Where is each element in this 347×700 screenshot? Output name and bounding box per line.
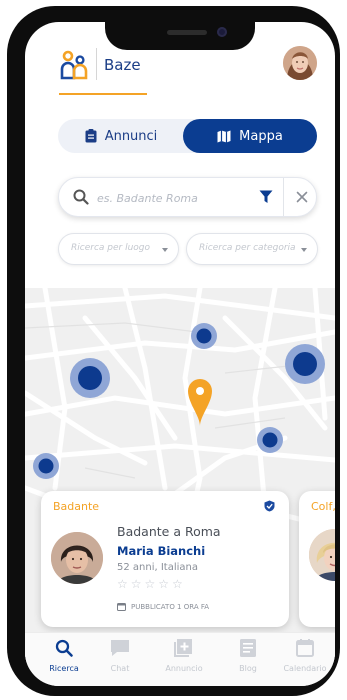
filter-icon[interactable]: [259, 190, 273, 204]
published-info: PUBBLICATO 1 ORA FA: [117, 602, 209, 611]
search-separator: [283, 178, 284, 216]
mappa-toggle-button[interactable]: Mappa: [183, 119, 317, 153]
tab-label: Ricerca: [49, 664, 79, 673]
location-dropdown-label: Ricerca per luogo: [71, 243, 151, 253]
caregiver-avatar: [309, 529, 335, 581]
header-underline: [59, 93, 147, 95]
app-screen: Baze Annunci Mappa es. Badante Roma Rice…: [25, 22, 335, 686]
card-category: Colf, b: [311, 500, 335, 513]
category-dropdown-label: Ricerca per categoria: [199, 243, 296, 253]
map-marker[interactable]: [285, 344, 325, 384]
logo-divider: [96, 48, 97, 80]
tab-label: Blog: [239, 664, 257, 673]
bottom-tab-bar: Ricerca Chat Annuncio Blog Calendario: [25, 632, 335, 686]
caregiver-photo: [51, 532, 103, 584]
chat-icon: [111, 640, 129, 656]
chevron-down-icon: [301, 248, 307, 252]
tab-chat[interactable]: Chat: [90, 639, 150, 673]
caregiver-name[interactable]: Maria Bianchi: [117, 544, 205, 558]
user-avatar-image: [283, 46, 317, 80]
annunci-toggle-button[interactable]: Annunci: [58, 119, 184, 153]
add-icon: [174, 639, 192, 657]
tab-label: Chat: [110, 664, 130, 673]
tab-ricerca[interactable]: Ricerca: [34, 639, 94, 673]
calendar-icon: [296, 639, 314, 657]
app-title: Baze: [104, 56, 141, 74]
map-marker[interactable]: [70, 358, 110, 398]
tab-calendario[interactable]: Calendario: [275, 639, 335, 673]
caregiver-details: 52 anni, Italiana: [117, 562, 198, 573]
user-avatar[interactable]: [283, 46, 317, 80]
clipboard-icon: [85, 129, 97, 143]
verified-shield-icon: [264, 500, 275, 512]
phone-frame: Baze Annunci Mappa es. Badante Roma Rice…: [7, 6, 340, 696]
phone-notch: [105, 12, 255, 50]
card-title: Badante a Roma: [117, 524, 221, 539]
calendar-small-icon: [117, 603, 126, 611]
tab-annuncio[interactable]: Annuncio: [154, 639, 214, 673]
tab-label: Calendario: [283, 664, 327, 673]
front-camera: [217, 27, 227, 37]
map-marker[interactable]: [33, 453, 59, 479]
mappa-label: Mappa: [239, 128, 283, 144]
map-marker[interactable]: [257, 427, 283, 453]
card-category: Badante: [53, 500, 100, 513]
listing-card[interactable]: Badante Badante a Roma Maria Bianchi 52 …: [41, 491, 289, 627]
map-marker[interactable]: [191, 323, 217, 349]
published-label: PUBBLICATO 1 ORA FA: [131, 602, 210, 611]
search-input[interactable]: [95, 186, 249, 210]
clear-search-icon[interactable]: [296, 191, 308, 203]
caregiver-avatar: [51, 532, 103, 584]
location-dropdown[interactable]: Ricerca per luogo: [58, 233, 179, 265]
search-icon: [55, 639, 73, 657]
listing-card[interactable]: Colf, b: [299, 491, 335, 627]
baze-logo-icon: [60, 50, 88, 80]
blog-icon: [240, 639, 256, 657]
chevron-down-icon: [162, 248, 168, 252]
tab-blog[interactable]: Blog: [218, 639, 278, 673]
category-dropdown[interactable]: Ricerca per categoria: [186, 233, 318, 265]
rating-stars: ☆☆☆☆☆: [117, 577, 186, 591]
tab-label: Annuncio: [165, 664, 203, 673]
speaker: [167, 30, 207, 35]
map-icon: [217, 130, 231, 142]
view-toggle: Annunci Mappa: [58, 119, 317, 153]
search-icon: [73, 189, 89, 205]
app-logo: [59, 50, 89, 84]
caregiver-photo: [309, 529, 335, 581]
annunci-label: Annunci: [104, 128, 158, 144]
search-bar: [58, 177, 317, 217]
